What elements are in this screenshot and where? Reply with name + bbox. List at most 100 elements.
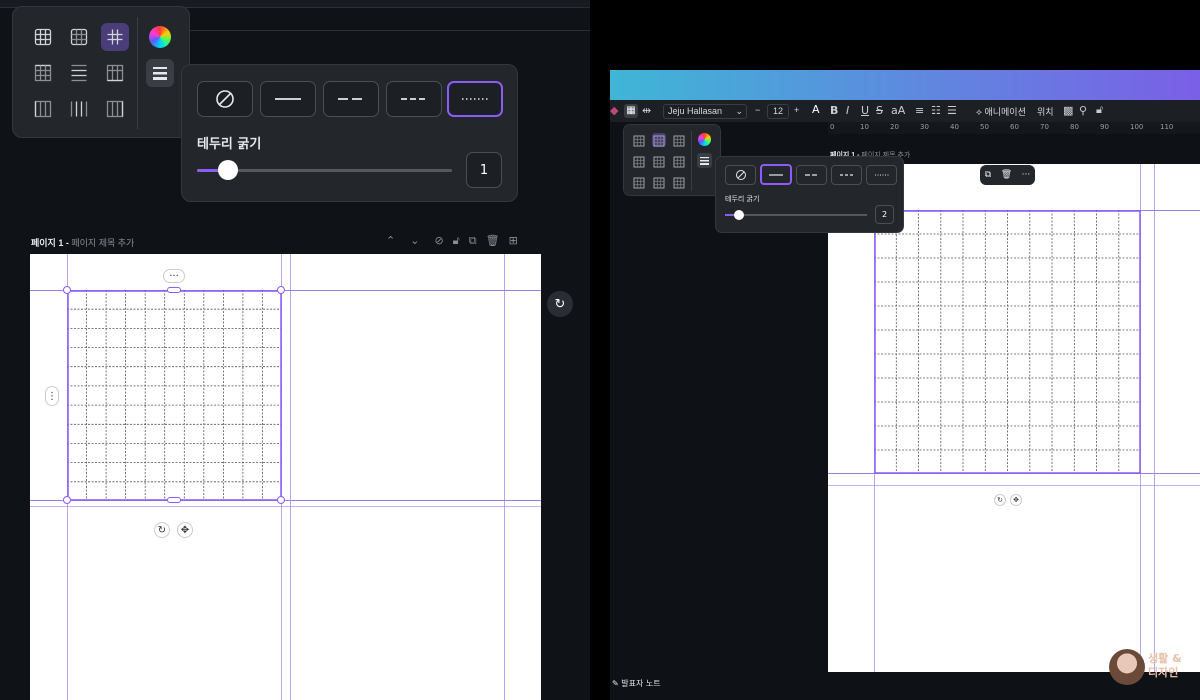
- font-size-increase-button[interactable]: +: [794, 105, 799, 115]
- border-style-panel: 테두리 굵기 2: [715, 156, 904, 233]
- chevron-up-icon[interactable]: ⌃: [386, 234, 395, 248]
- chevron-down-icon[interactable]: ⌄: [410, 234, 419, 248]
- resize-handle[interactable]: [63, 286, 71, 294]
- strikethrough-icon[interactable]: S: [876, 104, 883, 117]
- border-style-icon[interactable]: [146, 59, 174, 87]
- right-border-icon[interactable]: [101, 95, 129, 123]
- left-border-icon[interactable]: [632, 175, 646, 189]
- no-border-button[interactable]: [197, 81, 253, 117]
- guide-line: [504, 254, 505, 700]
- page-title-input[interactable]: 페이지 제목 추가: [71, 238, 134, 248]
- page-header: 페이지 1 - 페이지 제목 추가: [31, 236, 134, 249]
- top-bottom-border-icon[interactable]: [29, 59, 57, 87]
- lock-icon[interactable]: 🔓︎: [1096, 103, 1103, 117]
- move-icon[interactable]: ✥: [177, 522, 193, 538]
- table-icon[interactable]: ▦: [624, 104, 638, 118]
- align-icon[interactable]: ≡: [915, 104, 924, 117]
- ruler-tick-label: 30: [920, 123, 929, 131]
- row-options-icon[interactable]: ⋮: [45, 386, 59, 406]
- font-family-select[interactable]: Jeju Hallasan ⌄: [663, 104, 747, 119]
- speaker-notes-button[interactable]: ✎ 발표자 노트: [612, 678, 661, 689]
- spacing-lines-icon[interactable]: ☰: [947, 104, 957, 117]
- vertical-border-icon[interactable]: [652, 175, 666, 189]
- watermark-line1: 생활 &: [1148, 652, 1182, 665]
- more-options-icon[interactable]: ···: [163, 269, 185, 283]
- bottom-border-icon[interactable]: [672, 154, 686, 168]
- spacing-icon[interactable]: ⇹: [642, 104, 651, 117]
- list-icon[interactable]: ☷: [931, 104, 941, 117]
- inner-border-icon[interactable]: [101, 23, 129, 51]
- horizontal-border-icon[interactable]: [652, 154, 666, 168]
- resize-handle[interactable]: [277, 286, 285, 294]
- resize-handle[interactable]: [167, 287, 181, 293]
- ruler-tick-label: 40: [950, 123, 959, 131]
- ruler-tick-label: 80: [1070, 123, 1079, 131]
- font-size-decrease-button[interactable]: −: [755, 105, 760, 115]
- border-style-icon[interactable]: [697, 153, 712, 168]
- page-actions: ⌃ ⌄ ⊘ 🔓︎ ⧉ 🗑︎ ⊞: [386, 234, 518, 248]
- thickness-slider-track[interactable]: [725, 214, 867, 216]
- outer-border-icon[interactable]: [652, 133, 666, 147]
- all-borders-icon[interactable]: [632, 133, 646, 147]
- resize-handle[interactable]: [167, 497, 181, 503]
- rotate-icon[interactable]: ↻: [994, 494, 1006, 506]
- table-border-picker: [623, 124, 721, 196]
- border-color-icon[interactable]: [149, 26, 171, 48]
- duplicate-page-icon[interactable]: ⧉: [469, 234, 477, 248]
- design-canvas[interactable]: ··· ⋮ ↻ ✥: [30, 254, 541, 700]
- ruler-tick-label: 100: [1130, 123, 1144, 131]
- dotted-line-button[interactable]: [866, 165, 897, 185]
- delete-icon[interactable]: 🗑︎: [1001, 170, 1012, 180]
- lock-icon[interactable]: 🔓︎: [453, 234, 460, 248]
- dotted-line-button[interactable]: [447, 81, 503, 117]
- color-swatch-icon[interactable]: ◆: [610, 104, 618, 117]
- outer-border-icon[interactable]: [65, 23, 93, 51]
- left-border-icon[interactable]: [29, 95, 57, 123]
- resize-handle[interactable]: [63, 496, 71, 504]
- delete-page-icon[interactable]: 🗑︎: [486, 234, 500, 248]
- add-page-icon[interactable]: ⊞: [509, 234, 518, 248]
- text-color-icon[interactable]: A: [812, 103, 820, 116]
- position-button[interactable]: 위치: [1037, 105, 1054, 118]
- inner-border-icon[interactable]: [672, 133, 686, 147]
- rotate-icon[interactable]: ↻: [154, 522, 170, 538]
- resize-handle[interactable]: [277, 496, 285, 504]
- notes-icon: ✎: [612, 679, 619, 688]
- long-dash-button[interactable]: [796, 165, 827, 185]
- move-icon[interactable]: ✥: [1010, 494, 1022, 506]
- thickness-slider-handle[interactable]: [217, 160, 238, 180]
- design-canvas[interactable]: ↻ ✥: [828, 164, 1200, 672]
- table-grid[interactable]: [874, 210, 1141, 474]
- animate-button[interactable]: ⟡ 애니메이션: [976, 105, 1026, 118]
- horizontal-border-icon[interactable]: [65, 59, 93, 87]
- font-size-input[interactable]: 12: [767, 104, 789, 119]
- bold-icon[interactable]: B: [830, 104, 838, 117]
- table-grid[interactable]: [67, 290, 282, 501]
- top-bottom-border-icon[interactable]: [632, 154, 646, 168]
- bottom-border-icon[interactable]: [101, 59, 129, 87]
- refresh-icon[interactable]: ↻: [547, 291, 573, 317]
- chevron-down-icon: ⌄: [735, 106, 743, 116]
- all-borders-icon[interactable]: [29, 23, 57, 51]
- short-dash-button[interactable]: [386, 81, 442, 117]
- transparency-icon[interactable]: ▩: [1063, 104, 1073, 117]
- solid-line-button[interactable]: [760, 164, 792, 185]
- right-border-icon[interactable]: [672, 175, 686, 189]
- vertical-border-icon[interactable]: [65, 95, 93, 123]
- more-options-icon[interactable]: ···: [1022, 170, 1031, 180]
- italic-icon[interactable]: I: [846, 104, 849, 117]
- long-dash-button[interactable]: [323, 81, 379, 117]
- thickness-slider-handle[interactable]: [734, 210, 745, 220]
- solid-line-button[interactable]: [260, 81, 316, 117]
- thickness-value-input[interactable]: 2: [875, 205, 894, 224]
- thickness-value-input[interactable]: 1: [466, 152, 502, 188]
- no-border-button[interactable]: [725, 165, 756, 185]
- copy-icon[interactable]: ⧉: [985, 170, 991, 180]
- underline-icon[interactable]: U: [861, 104, 869, 117]
- case-icon[interactable]: aA: [891, 104, 905, 117]
- border-color-icon[interactable]: [698, 133, 711, 146]
- hide-icon[interactable]: ⊘: [434, 234, 443, 248]
- watermark-avatar: [1109, 649, 1145, 685]
- paint-format-icon[interactable]: ⚲: [1079, 104, 1087, 117]
- short-dash-button[interactable]: [831, 165, 862, 185]
